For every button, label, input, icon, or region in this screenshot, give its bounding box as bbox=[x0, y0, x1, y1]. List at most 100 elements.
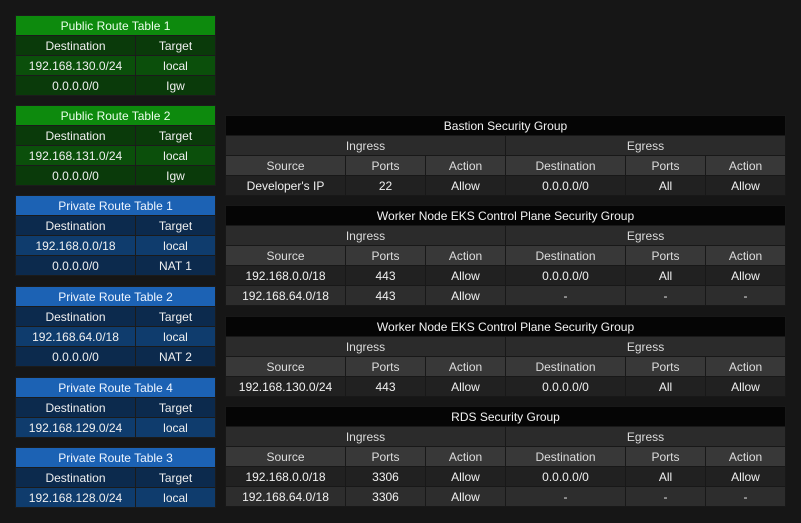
column-header: Target bbox=[134, 397, 217, 418]
cell: 443 bbox=[345, 285, 426, 306]
cell: - bbox=[505, 285, 626, 306]
column-header: Ports bbox=[345, 356, 426, 377]
cell: 192.168.0.0/18 bbox=[225, 466, 346, 487]
column-header: Action bbox=[425, 245, 506, 266]
cell: 0.0.0.0/0 bbox=[505, 265, 626, 286]
cell: Allow bbox=[704, 265, 787, 286]
table-row: 192.168.0.0/18 443 Allow 0.0.0.0/0 All A… bbox=[225, 265, 787, 286]
column-header: Source bbox=[225, 356, 346, 377]
column-header: Target bbox=[134, 125, 217, 146]
cell: Allow bbox=[425, 376, 506, 397]
route-table-private-3: Private Route Table 3 Destination Target … bbox=[14, 447, 217, 508]
cell: Allow bbox=[704, 466, 787, 487]
cell-target: local bbox=[134, 145, 217, 166]
cell: All bbox=[625, 376, 706, 397]
column-header: Action bbox=[704, 245, 787, 266]
ingress-label: Ingress bbox=[225, 336, 506, 357]
cell-destination: 192.168.131.0/24 bbox=[15, 145, 136, 166]
column-header: Destination bbox=[15, 125, 136, 146]
cell-destination: 0.0.0.0/0 bbox=[15, 165, 136, 186]
column-header: Action bbox=[704, 356, 787, 377]
column-header: Target bbox=[134, 306, 217, 327]
cell: - bbox=[704, 285, 787, 306]
cell: All bbox=[625, 466, 706, 487]
cell: 192.168.64.0/18 bbox=[225, 486, 346, 507]
column-header: Ports bbox=[625, 245, 706, 266]
cell: 192.168.64.0/18 bbox=[225, 285, 346, 306]
ingress-label: Ingress bbox=[225, 426, 506, 447]
column-header: Destination bbox=[505, 356, 626, 377]
cell: 443 bbox=[345, 265, 426, 286]
cell-destination: 0.0.0.0/0 bbox=[15, 255, 136, 276]
cell-target: Igw bbox=[134, 165, 217, 186]
route-table-public-1: Public Route Table 1 Destination Target 1… bbox=[14, 15, 217, 96]
column-header: Ports bbox=[625, 356, 706, 377]
cell: 3306 bbox=[345, 466, 426, 487]
security-group-rds: RDS Security Group Ingress Egress Source … bbox=[224, 406, 787, 507]
route-table-private-1: Private Route Table 1 Destination Target … bbox=[14, 195, 217, 276]
table-title: Worker Node EKS Control Plane Security G… bbox=[224, 205, 787, 226]
column-header: Action bbox=[705, 155, 786, 176]
cell: 0.0.0.0/0 bbox=[505, 466, 626, 487]
cell-target: local bbox=[134, 326, 217, 347]
cell-target: NAT 2 bbox=[134, 346, 217, 367]
column-header: Target bbox=[134, 467, 217, 488]
column-header: Source bbox=[225, 245, 346, 266]
cell: All bbox=[625, 175, 706, 196]
cell: Allow bbox=[704, 376, 787, 397]
column-header: Destination bbox=[15, 35, 136, 56]
table-row: 192.168.130.0/24 443 Allow 0.0.0.0/0 All… bbox=[225, 376, 787, 397]
column-header: Destination bbox=[15, 215, 136, 236]
cell-destination: 192.168.64.0/18 bbox=[15, 326, 136, 347]
table-title: Private Route Table 3 bbox=[14, 447, 217, 468]
cell: 443 bbox=[345, 376, 426, 397]
column-header: Action bbox=[704, 446, 787, 467]
column-header: Destination bbox=[505, 446, 626, 467]
cell: Allow bbox=[705, 175, 786, 196]
cell: 22 bbox=[345, 175, 426, 196]
cell-destination: 192.168.0.0/18 bbox=[15, 235, 136, 256]
cell-destination: 0.0.0.0/0 bbox=[15, 346, 136, 367]
column-header: Ports bbox=[345, 245, 426, 266]
cell: 3306 bbox=[345, 486, 426, 507]
column-header: Action bbox=[425, 356, 506, 377]
table-title: Public Route Table 2 bbox=[14, 105, 217, 126]
column-header: Destination bbox=[505, 155, 626, 176]
table-row: 192.168.64.0/18 443 Allow - - - bbox=[225, 285, 787, 306]
cell: Allow bbox=[425, 265, 506, 286]
table-row: 192.168.64.0/18 3306 Allow - - - bbox=[225, 486, 787, 507]
column-header: Ports bbox=[345, 446, 426, 467]
cell: 0.0.0.0/0 bbox=[505, 175, 626, 196]
egress-label: Egress bbox=[505, 135, 786, 156]
table-title: Bastion Security Group bbox=[225, 115, 786, 136]
column-header: Destination bbox=[15, 306, 136, 327]
cell: - bbox=[625, 285, 706, 306]
egress-label: Egress bbox=[504, 336, 787, 357]
column-header: Target bbox=[134, 215, 217, 236]
egress-label: Egress bbox=[504, 426, 787, 447]
table-title: RDS Security Group bbox=[224, 406, 787, 427]
cell: 0.0.0.0/0 bbox=[505, 376, 626, 397]
cell: - bbox=[625, 486, 706, 507]
cell-destination: 192.168.130.0/24 bbox=[15, 55, 136, 76]
table-title: Public Route Table 1 bbox=[14, 15, 217, 36]
cell: Allow bbox=[425, 175, 506, 196]
table-title: Private Route Table 2 bbox=[14, 286, 217, 307]
cell-target: local bbox=[134, 235, 217, 256]
cell: - bbox=[704, 486, 787, 507]
cell-destination: 0.0.0.0/0 bbox=[15, 75, 136, 96]
cell: Allow bbox=[425, 466, 506, 487]
table-title: Worker Node EKS Control Plane Security G… bbox=[224, 316, 787, 337]
cell-destination: 192.168.129.0/24 bbox=[15, 417, 136, 438]
egress-label: Egress bbox=[504, 225, 787, 246]
route-table-private-4: Private Route Table 4 Destination Target … bbox=[14, 377, 217, 438]
security-group-worker-node-eks-2: Worker Node EKS Control Plane Security G… bbox=[224, 316, 787, 397]
column-header: Destination bbox=[15, 397, 136, 418]
cell: Allow bbox=[425, 486, 506, 507]
table-row: 192.168.0.0/18 3306 Allow 0.0.0.0/0 All … bbox=[225, 466, 787, 487]
cell: All bbox=[625, 265, 706, 286]
column-header: Ports bbox=[345, 155, 426, 176]
column-header: Action bbox=[425, 446, 506, 467]
ingress-label: Ingress bbox=[225, 225, 506, 246]
cell-target: local bbox=[134, 417, 217, 438]
